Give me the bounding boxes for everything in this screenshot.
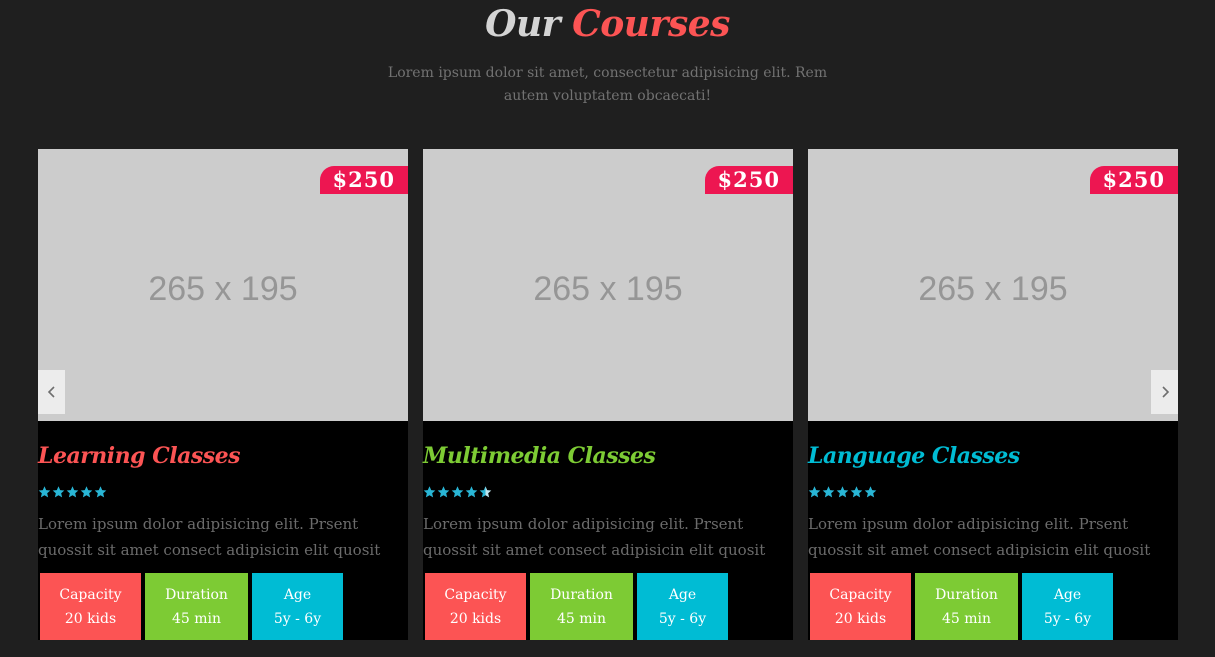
star-icon <box>52 486 65 498</box>
star-icon <box>836 486 849 498</box>
course-title[interactable]: Language Classes <box>808 441 1020 471</box>
stat-age: Age 5y - 6y <box>252 573 343 640</box>
course-title[interactable]: Learning Classes <box>38 441 240 471</box>
stat-label: Duration <box>165 586 228 603</box>
stat-label: Duration <box>935 586 998 603</box>
star-icon <box>808 486 821 498</box>
section-heading: Our Courses <box>0 2 1215 46</box>
stat-duration: Duration 45 min <box>145 573 248 640</box>
stat-value: 45 min <box>556 610 607 627</box>
price-badge: $250 <box>704 166 793 194</box>
course-stats: Capacity 20 kids Duration 45 min Age 5y … <box>810 573 1113 640</box>
stat-value: 45 min <box>941 610 992 627</box>
image-placeholder-text: 265 x 195 <box>148 269 298 308</box>
star-icon <box>822 486 835 498</box>
stat-age: Age 5y - 6y <box>637 573 728 640</box>
star-icon <box>423 486 436 498</box>
courses-section: Our Courses Lorem ipsum dolor sit amet, … <box>0 0 1215 657</box>
stat-label: Capacity <box>829 586 892 603</box>
heading-part-our: Our <box>485 3 561 45</box>
stat-value: 20 kids <box>64 610 117 627</box>
stat-capacity: Capacity 20 kids <box>810 573 911 640</box>
stat-capacity: Capacity 20 kids <box>425 573 526 640</box>
course-card-multimedia[interactable]: 265 x 195 $250 Multimedia Classes Lorem … <box>423 149 793 640</box>
star-icon <box>94 486 107 498</box>
star-icon <box>437 486 450 498</box>
stat-value: 45 min <box>171 610 222 627</box>
carousel-next-button[interactable] <box>1151 370 1178 414</box>
stat-value: 5y - 6y <box>1043 610 1092 627</box>
course-stats: Capacity 20 kids Duration 45 min Age 5y … <box>425 573 728 640</box>
chevron-left-icon <box>47 386 55 398</box>
stat-duration: Duration 45 min <box>530 573 633 640</box>
stat-label: Duration <box>550 586 613 603</box>
chevron-right-icon <box>1161 386 1169 398</box>
star-icon <box>864 486 877 498</box>
rating-stars <box>38 485 107 501</box>
star-icon <box>66 486 79 498</box>
image-placeholder-text: 265 x 195 <box>918 269 1068 308</box>
course-description: Lorem ipsum dolor adipisicing elit. Prse… <box>38 515 381 559</box>
stat-label: Age <box>668 586 697 603</box>
course-card-language[interactable]: 265 x 195 $250 Language Classes Lorem ip… <box>808 149 1178 640</box>
star-icon <box>465 486 478 498</box>
course-description: Lorem ipsum dolor adipisicing elit. Prse… <box>808 515 1151 559</box>
price-badge: $250 <box>319 166 408 194</box>
star-icon <box>850 486 863 498</box>
heading-part-courses: Courses <box>572 3 730 45</box>
stat-age: Age 5y - 6y <box>1022 573 1113 640</box>
price-badge: $250 <box>1089 166 1178 194</box>
course-card-learning[interactable]: 265 x 195 $250 Learning Classes Lorem ip… <box>38 149 408 640</box>
stat-value: 5y - 6y <box>658 610 707 627</box>
stat-duration: Duration 45 min <box>915 573 1018 640</box>
stat-capacity: Capacity 20 kids <box>40 573 141 640</box>
image-placeholder-text: 265 x 195 <box>533 269 683 308</box>
rating-stars <box>423 485 492 501</box>
course-description: Lorem ipsum dolor adipisicing elit. Prse… <box>423 515 766 559</box>
stat-label: Age <box>1053 586 1082 603</box>
star-icon <box>479 486 492 498</box>
stat-value: 20 kids <box>834 610 887 627</box>
star-icon <box>451 486 464 498</box>
star-icon <box>80 486 93 498</box>
star-icon <box>38 486 51 498</box>
stat-label: Age <box>283 586 312 603</box>
section-subtitle: Lorem ipsum dolor sit amet, consectetur … <box>387 65 828 104</box>
carousel-prev-button[interactable] <box>38 370 65 414</box>
course-title[interactable]: Multimedia Classes <box>423 441 656 471</box>
stat-value: 5y - 6y <box>273 610 322 627</box>
stat-value: 20 kids <box>449 610 502 627</box>
stat-label: Capacity <box>444 586 507 603</box>
stat-label: Capacity <box>59 586 122 603</box>
rating-stars <box>808 485 877 501</box>
course-stats: Capacity 20 kids Duration 45 min Age 5y … <box>40 573 343 640</box>
